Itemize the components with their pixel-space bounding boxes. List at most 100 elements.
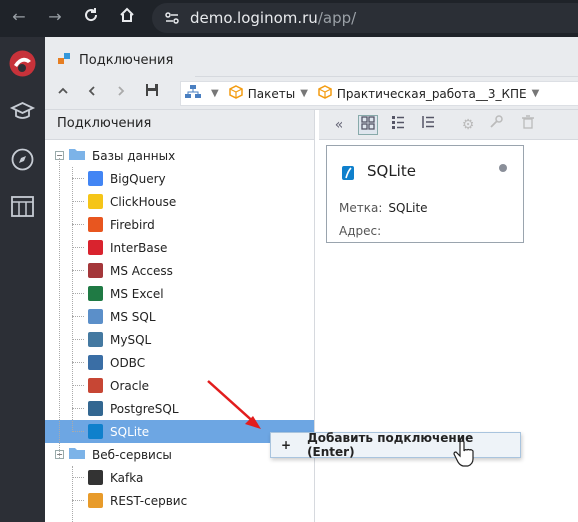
tree-item-label: InterBase [110, 240, 168, 255]
bigquery-icon [88, 171, 103, 186]
hierarchy-icon [185, 85, 201, 102]
tree-item-label: MS Excel [110, 286, 164, 301]
chevron-down-icon[interactable]: ▼ [300, 88, 308, 99]
view-toolbar: « ⚙ [319, 110, 578, 140]
pointer-arrow-annotation [207, 380, 261, 429]
tree-connector [72, 466, 73, 522]
tree-item-kafka[interactable]: Kafka [45, 466, 314, 489]
tree-group-label: Веб-сервисы [92, 447, 172, 462]
grid-view-icon[interactable] [358, 115, 378, 135]
app-logo-icon[interactable] [8, 49, 37, 78]
tree-connector [72, 316, 84, 317]
tree-item-ms-excel[interactable]: MS Excel [45, 282, 314, 305]
compass-icon[interactable] [8, 145, 37, 174]
tree-item-interbase[interactable]: InterBase [45, 236, 314, 259]
key-icon[interactable] [486, 115, 506, 135]
site-info-icon[interactable] [164, 10, 180, 29]
package-icon [318, 85, 332, 102]
connections-panel: Подключения − Базы данных BigQuery ClickHou… [45, 110, 315, 522]
add-connection-menu-item[interactable]: Добавить подключение (Enter) [307, 431, 520, 459]
msexcel-icon [88, 286, 103, 301]
tree-connector [72, 224, 84, 225]
tree-item-postgresql[interactable]: PostgreSQL [45, 397, 314, 420]
address-bar[interactable]: demo.loginom.ru/app/ [152, 3, 578, 33]
breadcrumb-packages[interactable]: Пакеты ▼ [225, 85, 308, 102]
chevron-down-icon[interactable]: ▼ [532, 88, 540, 99]
tree-item-rest-сервис[interactable]: REST-сервис [45, 489, 314, 512]
tab-connections[interactable]: Подключения [45, 43, 195, 77]
tree-item-label: Firebird [110, 217, 155, 232]
tree-item-odbc[interactable]: ODBC [45, 351, 314, 374]
connection-card[interactable]: SQLite Метка: SQLite Адрес: [326, 145, 524, 243]
tree-group-label: Базы данных [92, 148, 176, 163]
collapse-left-icon[interactable]: « [329, 115, 349, 135]
reload-icon[interactable] [81, 7, 101, 27]
tree-item-label: MS Access [110, 263, 173, 278]
tree-item-mysql[interactable]: MySQL [45, 328, 314, 351]
save-icon[interactable] [142, 83, 162, 103]
tree-connector [72, 167, 73, 432]
tree-item-label: MySQL [110, 332, 152, 347]
tree-connector [72, 247, 84, 248]
tree-item-label: Kafka [110, 470, 144, 485]
url-host: demo.loginom.ru [190, 9, 318, 27]
tree-item-label: ODBC [110, 355, 146, 370]
app-rail [0, 37, 45, 522]
tree-item-ms-access[interactable]: MS Access [45, 259, 314, 282]
chevron-down-icon[interactable]: ▼ [211, 88, 219, 99]
tree-item-label: ClickHouse [110, 194, 177, 209]
breadcrumb-project[interactable]: Практическая_работа__3_КПЕ ▼ [314, 85, 539, 102]
navigation-toolbar: ▼ Пакеты ▼ Практическая_работа__3_КПЕ ▼ [45, 77, 578, 110]
postgresql-icon [88, 401, 103, 416]
collapse-up-icon[interactable] [53, 83, 73, 103]
tab-strip: Подключения [45, 37, 578, 77]
kafka-icon [88, 470, 103, 485]
firebird-icon [88, 217, 103, 232]
tree-item-ms-sql[interactable]: MS SQL [45, 305, 314, 328]
sqlite-icon [341, 165, 355, 184]
learning-icon[interactable] [8, 97, 37, 126]
package-icon [228, 85, 243, 102]
tree-item-firebird[interactable]: Firebird [45, 213, 314, 236]
folder-icon [68, 446, 86, 463]
tree-connector [72, 178, 84, 179]
list-view-icon[interactable] [388, 115, 408, 135]
tree-connector [72, 362, 84, 363]
card-address-key: Адрес: [339, 224, 382, 238]
connection-cards-area: SQLite Метка: SQLite Адрес: [319, 140, 578, 522]
table-icon[interactable] [8, 192, 37, 221]
tree-item-bigquery[interactable]: BigQuery [45, 167, 314, 190]
tree-connector [72, 293, 84, 294]
card-label-row: Метка: SQLite [339, 201, 428, 215]
context-menu: + Добавить подключение (Enter) [270, 431, 521, 459]
gear-icon[interactable]: ⚙ [458, 115, 478, 135]
tree-item-label: PostgreSQL [110, 401, 179, 416]
trash-icon[interactable] [518, 115, 538, 135]
rest-icon [88, 493, 103, 508]
oracle-icon [88, 378, 103, 393]
nav-forward-icon[interactable] [111, 83, 131, 103]
hand-cursor-icon [453, 440, 474, 467]
forward-icon[interactable]: → [45, 7, 65, 27]
nav-back-icon[interactable] [82, 83, 102, 103]
breadcrumb-root[interactable]: ▼ [181, 85, 219, 102]
tree-connector [72, 270, 84, 271]
card-title: SQLite [367, 162, 416, 180]
odbc-icon [88, 355, 103, 370]
tree-item-clickhouse[interactable]: ClickHouse [45, 190, 314, 213]
tree-connector [72, 500, 84, 501]
detail-view-icon[interactable] [418, 115, 438, 135]
tree-group[interactable]: − Базы данных [45, 144, 314, 167]
sqlite-icon [88, 424, 103, 439]
breadcrumb: ▼ Пакеты ▼ Практическая_работа__3_КПЕ ▼ [180, 81, 578, 106]
back-icon[interactable]: ← [9, 7, 29, 27]
msaccess-icon [88, 263, 103, 278]
card-address-row: Адрес: [339, 224, 387, 238]
card-label-key: Метка: [339, 201, 383, 215]
tree-connector [59, 158, 60, 458]
tree-item-oracle[interactable]: Oracle [45, 374, 314, 397]
breadcrumb-label: Пакеты [247, 86, 296, 101]
status-dot-icon [499, 164, 507, 172]
url-text: demo.loginom.ru/app/ [190, 9, 356, 27]
home-icon[interactable] [117, 7, 137, 27]
